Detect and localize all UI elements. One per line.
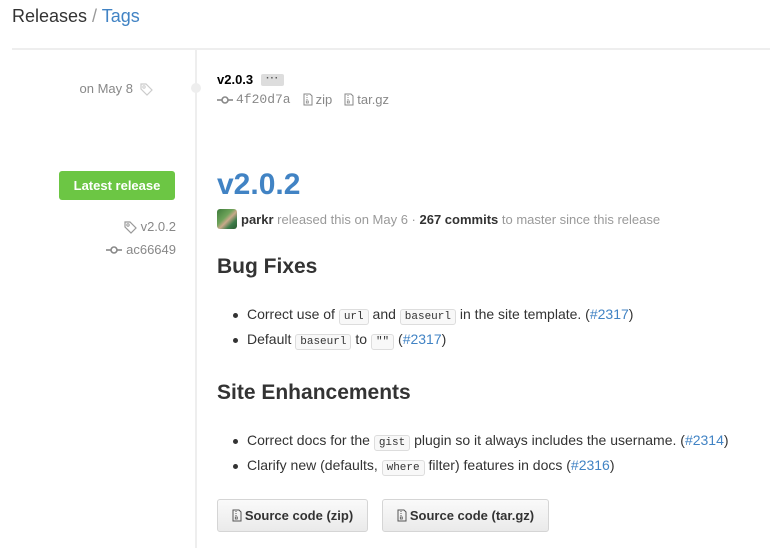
file-zip-icon xyxy=(303,93,313,106)
issue-link[interactable]: #2314 xyxy=(685,432,724,448)
tag-icon xyxy=(123,220,137,234)
code-snippet: "" xyxy=(370,334,395,350)
released-text: released this on May 6 · xyxy=(273,211,420,227)
release-meta: parkr released this on May 6 · 267 commi… xyxy=(217,209,660,229)
section-heading-site-enhancements: Site Enhancements xyxy=(217,381,411,404)
latest-release-badge: Latest release xyxy=(59,171,175,200)
tag-zip-label[interactable]: zip xyxy=(316,92,333,107)
list-item: Correct docs for the gist plugin so it a… xyxy=(233,428,729,453)
timeline-line xyxy=(195,50,197,548)
release-commit[interactable]: ac66649 xyxy=(106,242,176,257)
breadcrumb-releases: Releases xyxy=(12,6,88,26)
tag-icon xyxy=(140,82,153,96)
divider xyxy=(12,48,770,50)
code-snippet: baseurl xyxy=(399,309,456,325)
tag-name-link[interactable]: v2.0.3 xyxy=(217,72,253,87)
issue-link[interactable]: #2317 xyxy=(590,306,629,322)
avatar[interactable] xyxy=(217,209,237,229)
tag-commit[interactable]: 4f20d7a xyxy=(217,92,291,107)
release-tag-text[interactable]: v2.0.2 xyxy=(141,219,176,234)
bug-fixes-list: Correct use of url and baseurl in the si… xyxy=(232,302,633,352)
tag-targz-link[interactable]: tar.gz xyxy=(344,92,389,107)
code-snippet: where xyxy=(381,460,425,476)
tag-zip-link[interactable]: zip xyxy=(303,92,333,107)
issue-link[interactable]: #2316 xyxy=(571,457,610,473)
source-code-zip-label[interactable]: Source code (zip) xyxy=(245,508,353,523)
code-snippet: gist xyxy=(373,435,411,451)
commits-suffix: to master since this release xyxy=(498,211,661,227)
commits-count[interactable]: 267 commits xyxy=(420,212,499,227)
timeline-dot xyxy=(191,83,201,93)
expand-ellipsis-button[interactable]: ··· xyxy=(261,73,285,86)
author-link[interactable]: parkr xyxy=(241,212,274,227)
tag-title: v2.0.3 ··· xyxy=(217,72,285,87)
list-item: Correct use of url and baseurl in the si… xyxy=(232,302,633,327)
list-item: Clarify new (defaults, where filter) fea… xyxy=(233,453,729,478)
release-title-link[interactable]: v2.0.2 xyxy=(217,168,300,202)
code-snippet: url xyxy=(338,309,369,325)
source-code-targz-label[interactable]: Source code (tar.gz) xyxy=(410,508,534,523)
release-commit-sha[interactable]: ac66649 xyxy=(126,242,176,257)
tag-commit-sha[interactable]: 4f20d7a xyxy=(236,92,291,107)
tag-date-text: on May 8 xyxy=(79,81,133,96)
list-item: Default baseurl to "" (#2317) xyxy=(232,327,633,352)
section-heading-bug-fixes: Bug Fixes xyxy=(217,255,318,278)
source-code-targz-button[interactable]: Source code (tar.gz) xyxy=(382,499,549,532)
file-zip-icon xyxy=(232,509,242,522)
commit-icon xyxy=(106,245,123,254)
release-tag[interactable]: v2.0.2 xyxy=(123,219,176,234)
file-zip-icon xyxy=(344,93,354,106)
issue-link[interactable]: #2317 xyxy=(403,331,442,347)
breadcrumb: Releases / Tags xyxy=(12,6,140,27)
tag-targz-label[interactable]: tar.gz xyxy=(357,92,389,107)
file-zip-icon xyxy=(397,509,407,522)
tag-meta: 4f20d7a zip tar.gz xyxy=(217,92,389,107)
site-enhancements-list: Correct docs for the gist plugin so it a… xyxy=(233,428,729,478)
commit-icon xyxy=(217,95,233,104)
code-snippet: baseurl xyxy=(295,334,352,350)
breadcrumb-separator: / xyxy=(87,6,102,26)
breadcrumb-tags-link[interactable]: Tags xyxy=(102,6,140,26)
tag-date: on May 8 xyxy=(80,81,153,96)
source-code-zip-button[interactable]: Source code (zip) xyxy=(217,499,368,532)
